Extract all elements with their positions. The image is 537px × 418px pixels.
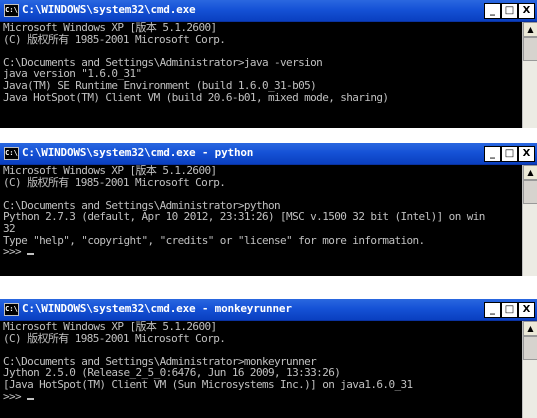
console-line: 32 [3,221,16,235]
title-bar[interactable]: C:\ C:\WINDOWS\system32\cmd.exe _ □ X [0,0,537,22]
maximize-button[interactable]: □ [501,3,518,19]
console-line: Java(TM) SE Runtime Environment (build 1… [3,78,317,92]
cmd-icon: C:\ [4,4,19,17]
text-cursor [27,253,35,256]
prompt-text: >>> [3,245,28,259]
console-output[interactable]: Microsoft Windows XP [版本 5.1.2600] (C) 版… [0,22,523,128]
maximize-button[interactable]: □ [501,302,518,318]
window-title: C:\WINDOWS\system32\cmd.exe - monkeyrunn… [22,302,292,315]
console-line: (C) 版权所有 1985-2001 Microsoft Corp. [3,331,226,345]
console-line: (C) 版权所有 1985-2001 Microsoft Corp. [3,175,226,189]
cmd-window-python[interactable]: C:\ C:\WINDOWS\system32\cmd.exe - python… [0,143,537,276]
maximize-button[interactable]: □ [501,146,518,162]
console-line: [Java HotSpot(TM) Client VM (Sun Microsy… [3,377,413,391]
scroll-up-icon[interactable]: ▲ [523,165,537,180]
scroll-thumb[interactable] [523,37,537,61]
cmd-icon: C:\ [4,147,19,160]
scroll-thumb[interactable] [523,180,537,204]
title-bar[interactable]: C:\ C:\WINDOWS\system32\cmd.exe - monkey… [0,299,537,321]
console-line: Microsoft Windows XP [版本 5.1.2600] [3,22,217,34]
minimize-button[interactable]: _ [484,3,501,19]
prompt-line[interactable]: >>> [0,389,523,403]
scroll-up-icon[interactable]: ▲ [523,22,537,37]
console-line: (C) 版权所有 1985-2001 Microsoft Corp. [3,32,226,46]
vertical-scrollbar[interactable]: ▲ [522,321,537,418]
text-cursor [27,397,35,400]
console-line: Type "help", "copyright", "credits" or "… [3,233,425,247]
window-title: C:\WINDOWS\system32\cmd.exe - python [22,146,254,159]
console-output[interactable]: Microsoft Windows XP [版本 5.1.2600] (C) 版… [0,165,523,276]
minimize-button[interactable]: _ [484,146,501,162]
vertical-scrollbar[interactable]: ▲ [522,22,537,128]
scroll-thumb[interactable] [523,336,537,360]
prompt-line[interactable]: >>> [0,246,523,258]
minimize-button[interactable]: _ [484,302,501,318]
console-line: Java HotSpot(TM) Client VM (build 20.6-b… [3,90,389,104]
close-button[interactable]: X [518,3,535,19]
close-button[interactable]: X [518,302,535,318]
cmd-window-monkeyrunner[interactable]: C:\ C:\WINDOWS\system32\cmd.exe - monkey… [0,299,537,418]
console-line: Microsoft Windows XP [版本 5.1.2600] [3,321,217,333]
title-bar[interactable]: C:\ C:\WINDOWS\system32\cmd.exe - python… [0,143,537,165]
cmd-icon: C:\ [4,303,19,316]
console-output[interactable]: Microsoft Windows XP [版本 5.1.2600] (C) 版… [0,321,523,418]
console-line: Microsoft Windows XP [版本 5.1.2600] [3,165,217,177]
window-title: C:\WINDOWS\system32\cmd.exe [22,3,196,16]
vertical-scrollbar[interactable]: ▲ [522,165,537,276]
close-button[interactable]: X [518,146,535,162]
prompt-text: >>> [3,389,28,403]
console-line: Python 2.7.3 (default, Apr 10 2012, 23:3… [3,210,485,224]
scroll-up-icon[interactable]: ▲ [523,321,537,336]
cmd-window[interactable]: C:\ C:\WINDOWS\system32\cmd.exe _ □ X Mi… [0,0,537,128]
